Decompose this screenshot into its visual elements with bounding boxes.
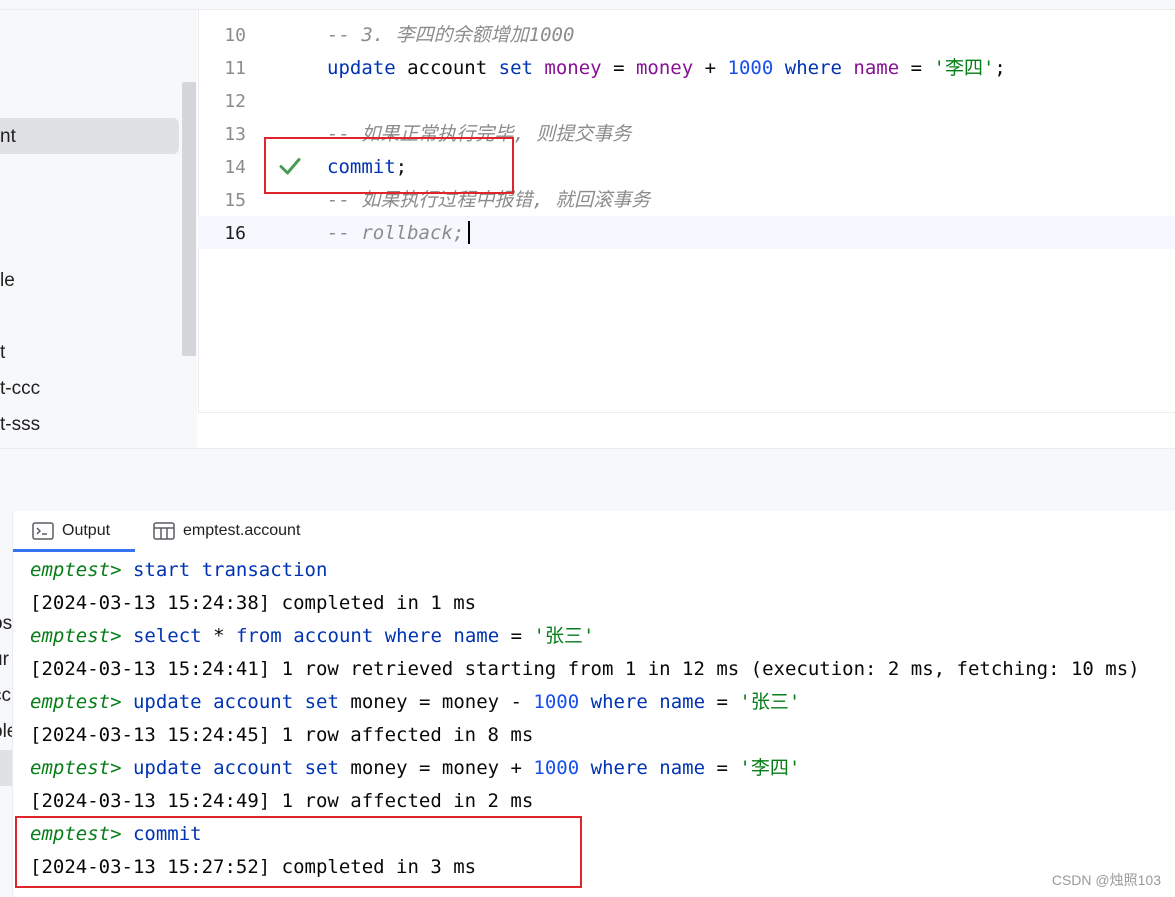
keyword: where <box>384 625 442 647</box>
number-literal: 1000 <box>533 691 580 713</box>
keyword: select <box>132 625 202 647</box>
keyword: start transaction <box>132 559 328 581</box>
console-prompt: emptest> <box>30 691 122 713</box>
console-prompt: emptest> <box>30 757 122 779</box>
console-line: emptest> select * from account where nam… <box>30 620 594 653</box>
expression: money = money - <box>350 691 522 713</box>
column-name: name <box>659 691 706 713</box>
column-name: name <box>659 757 706 779</box>
tree-item[interactable]: le <box>0 269 15 293</box>
column-name: name <box>853 57 900 79</box>
code-line-11: update account set money = money + 1000 … <box>327 52 1006 85</box>
line-number: 12 <box>224 91 246 112</box>
line-number-current: 16 <box>224 223 246 244</box>
service-selected-row <box>0 750 12 786</box>
table-name: account <box>407 57 488 79</box>
code-line-16: -- rollback; <box>327 217 464 250</box>
tab-label: Output <box>62 522 111 539</box>
highlight-box-commit-line <box>264 137 514 194</box>
console-line: [2024-03-13 15:24:41] 1 row retrieved st… <box>30 658 1140 680</box>
highlight-box-commit-output <box>15 816 582 888</box>
keyword: set <box>304 757 339 779</box>
operator: + <box>704 57 717 79</box>
code-line-10: -- 3. 李四的余额增加1000 <box>327 19 574 52</box>
console-line: emptest> update account set money = mone… <box>30 686 800 719</box>
operator: = <box>716 691 728 713</box>
service-item[interactable]: ur <box>0 649 9 671</box>
code-comment: -- rollback; <box>327 222 465 244</box>
string-literal: '李四' <box>933 57 995 79</box>
console-prompt: emptest> <box>30 559 122 581</box>
sidebar-scrollbar[interactable] <box>182 82 196 356</box>
line-number: 14 <box>224 157 246 178</box>
console-prompt: emptest> <box>30 625 122 647</box>
keyword: set <box>498 57 533 79</box>
semicolon: ; <box>994 57 1006 79</box>
table-name: account <box>293 625 374 647</box>
editor-footer <box>198 412 1175 449</box>
table-name: account <box>213 691 294 713</box>
keyword: update <box>132 757 202 779</box>
console-tab-bar: Output emptest.account <box>13 511 1175 552</box>
number-literal: 1000 <box>533 757 580 779</box>
console-line: emptest> start transaction <box>30 554 327 587</box>
line-number: 13 <box>224 124 246 145</box>
expression: money = money + <box>350 757 522 779</box>
keyword: where <box>590 691 648 713</box>
keyword: update <box>132 691 202 713</box>
string-literal: '李四' <box>739 757 801 779</box>
column-name: money <box>544 57 602 79</box>
service-item[interactable]: ole <box>0 721 12 743</box>
text-caret <box>468 221 470 244</box>
tree-item[interactable]: nt <box>0 125 16 149</box>
console-line: [2024-03-13 15:24:45] 1 row affected in … <box>30 724 534 746</box>
tree-item[interactable]: t <box>0 341 5 365</box>
console-line: [2024-03-13 15:24:38] completed in 1 ms <box>30 592 477 614</box>
column-name: money <box>635 57 694 79</box>
editor-top-strip <box>0 0 1175 10</box>
operator: = <box>716 757 728 779</box>
console-line: [2024-03-13 15:24:49] 1 row affected in … <box>30 790 534 812</box>
service-item[interactable]: cc <box>0 685 11 707</box>
table-name: account <box>213 757 294 779</box>
keyword: where <box>784 57 842 79</box>
operator: * <box>213 625 225 647</box>
code-comment: -- 3. 李四的余额增加1000 <box>327 24 575 46</box>
keyword: set <box>304 691 339 713</box>
keyword: from <box>235 625 282 647</box>
console-line: emptest> update account set money = mone… <box>30 752 800 785</box>
console-icon <box>32 522 54 540</box>
line-number: 11 <box>224 58 246 79</box>
service-item[interactable]: os <box>0 613 12 635</box>
tab-emptest-account[interactable]: emptest.account <box>153 511 300 551</box>
column-name: name <box>453 625 500 647</box>
tab-output[interactable]: Output <box>32 511 110 551</box>
line-number: 15 <box>224 190 246 211</box>
string-literal: '张三' <box>533 625 595 647</box>
table-icon <box>153 522 175 540</box>
tree-item[interactable]: t-ccc <box>0 377 40 401</box>
operator: = <box>910 57 923 79</box>
keyword: update <box>327 57 396 79</box>
tree-selected-row[interactable] <box>0 118 179 154</box>
number-literal: 1000 <box>727 57 774 79</box>
active-tab-indicator <box>13 549 135 552</box>
keyword: where <box>590 757 648 779</box>
line-number: 10 <box>224 25 246 46</box>
string-literal: '张三' <box>739 691 801 713</box>
tree-item[interactable]: t-sss <box>0 413 40 437</box>
services-panel: os ur cc ole ns <box>0 511 13 897</box>
operator: = <box>510 625 523 647</box>
panel-divider[interactable] <box>0 448 1175 512</box>
watermark: CSDN @烛照103 <box>1051 872 1161 888</box>
operator: = <box>613 57 625 79</box>
tab-label: emptest.account <box>183 522 301 539</box>
